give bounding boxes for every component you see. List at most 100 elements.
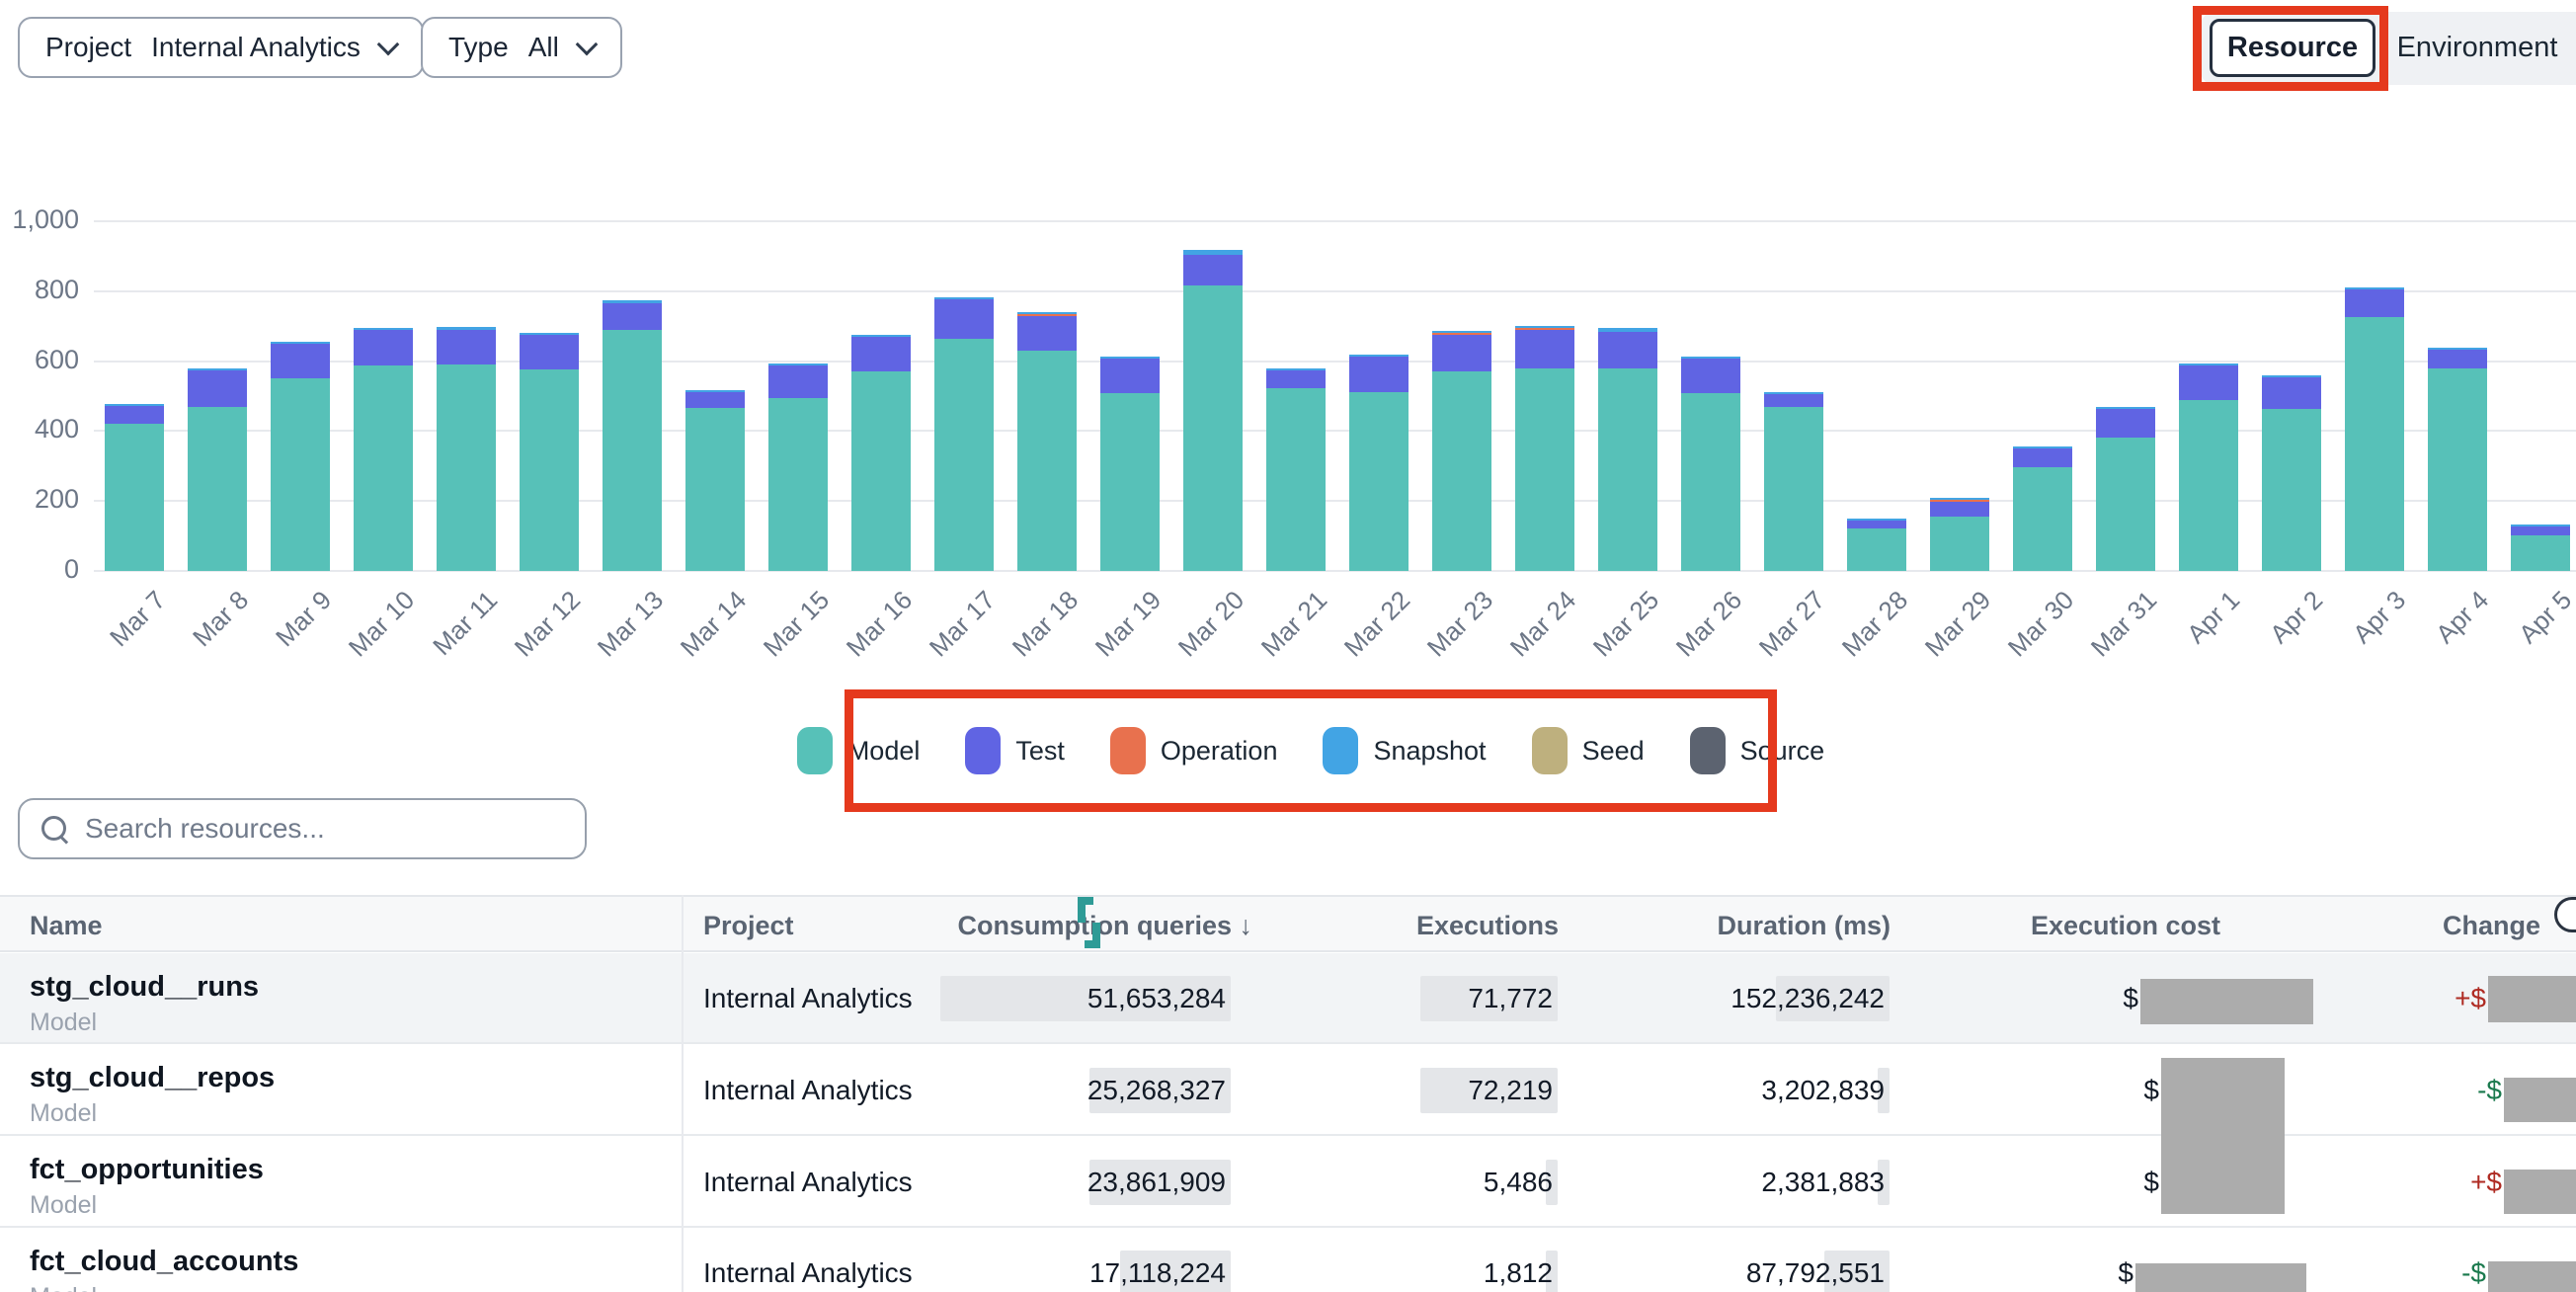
bar-segment-snapshot-apr-2[interactable]	[2262, 375, 2321, 377]
bar-segment-snapshot-mar-11[interactable]	[437, 327, 496, 330]
bar-segment-snapshot-mar-17[interactable]	[934, 297, 994, 299]
bar-segment-test-mar-30[interactable]	[2013, 448, 2072, 467]
bar-segment-model-mar-17[interactable]	[934, 339, 994, 571]
bar-segment-test-mar-12[interactable]	[520, 335, 579, 369]
bar-segment-snapshot-mar-21[interactable]	[1266, 368, 1326, 370]
column-header-project[interactable]: Project	[703, 897, 794, 954]
bar-segment-test-mar-13[interactable]	[603, 303, 662, 330]
bar-segment-snapshot-mar-9[interactable]	[271, 342, 330, 344]
bar-segment-model-mar-15[interactable]	[768, 398, 828, 571]
bar-segment-model-mar-24[interactable]	[1515, 368, 1574, 571]
bar-segment-test-mar-20[interactable]	[1183, 255, 1243, 285]
bar-segment-model-mar-20[interactable]	[1183, 285, 1243, 571]
bar-segment-model-mar-25[interactable]	[1598, 368, 1657, 571]
bar-segment-snapshot-mar-25[interactable]	[1598, 328, 1657, 332]
bar-segment-test-mar-25[interactable]	[1598, 332, 1657, 368]
bar-segment-model-mar-29[interactable]	[1930, 517, 1989, 571]
bar-segment-test-mar-24[interactable]	[1515, 330, 1574, 368]
bar-segment-model-apr-2[interactable]	[2262, 409, 2321, 571]
bar-segment-model-mar-26[interactable]	[1681, 393, 1740, 571]
bar-segment-snapshot-mar-16[interactable]	[851, 335, 911, 337]
bar-segment-test-mar-22[interactable]	[1349, 357, 1409, 392]
bar-segment-test-mar-14[interactable]	[685, 392, 745, 408]
legend-item-operation[interactable]: Operation	[1110, 727, 1278, 774]
column-header-name[interactable]: Name	[30, 897, 103, 954]
bar-segment-test-apr-1[interactable]	[2179, 365, 2238, 400]
bar-segment-model-apr-4[interactable]	[2428, 368, 2487, 571]
bar-segment-model-mar-22[interactable]	[1349, 392, 1409, 571]
bar-segment-test-mar-27[interactable]	[1764, 394, 1823, 407]
bar-segment-snapshot-mar-14[interactable]	[685, 390, 745, 392]
column-header-executions[interactable]: Executions	[1416, 897, 1559, 954]
bar-segment-snapshot-mar-31[interactable]	[2096, 407, 2155, 409]
bar-segment-model-mar-16[interactable]	[851, 371, 911, 571]
bar-segment-model-mar-12[interactable]	[520, 369, 579, 571]
bar-segment-snapshot-mar-8[interactable]	[188, 368, 247, 370]
bar-segment-model-mar-18[interactable]	[1017, 351, 1077, 571]
tab-environment[interactable]: Environment	[2383, 19, 2571, 77]
bar-segment-snapshot-mar-15[interactable]	[768, 363, 828, 365]
bar-segment-model-mar-21[interactable]	[1266, 388, 1326, 571]
column-header-execution-cost[interactable]: Execution cost	[2031, 897, 2220, 954]
bar-segment-model-mar-28[interactable]	[1847, 528, 1906, 571]
tab-resource[interactable]: Resource	[2210, 19, 2375, 77]
bar-segment-test-mar-28[interactable]	[1847, 521, 1906, 528]
bar-segment-test-mar-21[interactable]	[1266, 370, 1326, 388]
bar-segment-model-apr-5[interactable]	[2511, 535, 2570, 571]
bar-segment-model-mar-14[interactable]	[685, 408, 745, 571]
bar-segment-test-mar-9[interactable]	[271, 344, 330, 378]
bar-segment-snapshot-mar-7[interactable]	[105, 404, 164, 406]
bar-segment-model-mar-30[interactable]	[2013, 467, 2072, 571]
bar-segment-test-mar-19[interactable]	[1100, 359, 1160, 393]
resource-name-link[interactable]: fct_opportunities	[30, 1154, 264, 1186]
bar-segment-test-mar-11[interactable]	[437, 330, 496, 364]
bar-segment-test-mar-10[interactable]	[354, 330, 413, 365]
bar-segment-model-apr-1[interactable]	[2179, 400, 2238, 571]
search-input[interactable]	[83, 812, 541, 846]
bar-segment-operation-mar-23[interactable]	[1432, 333, 1491, 335]
bar-segment-model-mar-13[interactable]	[603, 330, 662, 571]
bar-segment-snapshot-mar-26[interactable]	[1681, 357, 1740, 359]
column-header-consumption-queries[interactable]: Consumption queries ↓	[957, 897, 1252, 954]
bar-segment-model-mar-23[interactable]	[1432, 371, 1491, 571]
bar-segment-test-mar-17[interactable]	[934, 299, 994, 339]
bar-segment-test-apr-5[interactable]	[2511, 526, 2570, 535]
bar-segment-model-mar-7[interactable]	[105, 424, 164, 571]
legend-item-model[interactable]: Model	[797, 727, 921, 774]
column-header-change[interactable]: Change	[2443, 897, 2540, 954]
bar-segment-model-mar-9[interactable]	[271, 378, 330, 571]
type-filter-dropdown[interactable]: Type All	[421, 17, 622, 78]
bar-segment-test-mar-15[interactable]	[768, 365, 828, 398]
legend-item-snapshot[interactable]: Snapshot	[1323, 727, 1486, 774]
bar-segment-snapshot-mar-29[interactable]	[1930, 498, 1989, 500]
bar-segment-snapshot-apr-3[interactable]	[2345, 287, 2404, 289]
bar-segment-model-apr-3[interactable]	[2345, 317, 2404, 571]
bar-segment-test-mar-26[interactable]	[1681, 359, 1740, 393]
bar-segment-operation-mar-29[interactable]	[1930, 500, 1989, 502]
project-filter-dropdown[interactable]: Project Internal Analytics	[18, 17, 424, 78]
bar-segment-snapshot-apr-4[interactable]	[2428, 348, 2487, 350]
column-header-duration-ms-[interactable]: Duration (ms)	[1718, 897, 1892, 954]
bar-segment-model-mar-19[interactable]	[1100, 393, 1160, 571]
bar-segment-test-mar-7[interactable]	[105, 406, 164, 424]
bar-segment-snapshot-mar-20[interactable]	[1183, 250, 1243, 255]
bar-segment-snapshot-mar-28[interactable]	[1847, 519, 1906, 521]
bar-segment-snapshot-mar-30[interactable]	[2013, 446, 2072, 448]
bar-segment-test-mar-16[interactable]	[851, 337, 911, 371]
bar-segment-snapshot-mar-18[interactable]	[1017, 312, 1077, 314]
bar-segment-snapshot-mar-22[interactable]	[1349, 355, 1409, 357]
bar-segment-test-mar-23[interactable]	[1432, 335, 1491, 371]
bar-segment-snapshot-mar-12[interactable]	[520, 333, 579, 335]
bar-segment-test-apr-2[interactable]	[2262, 377, 2321, 409]
bar-segment-snapshot-mar-27[interactable]	[1764, 392, 1823, 394]
resource-name-link[interactable]: stg_cloud__repos	[30, 1062, 275, 1094]
bar-segment-snapshot-mar-10[interactable]	[354, 328, 413, 330]
bar-segment-operation-mar-24[interactable]	[1515, 328, 1574, 330]
bar-segment-test-mar-31[interactable]	[2096, 409, 2155, 438]
bar-segment-model-mar-8[interactable]	[188, 407, 247, 571]
bar-segment-test-mar-18[interactable]	[1017, 316, 1077, 351]
bar-segment-model-mar-10[interactable]	[354, 365, 413, 571]
bar-segment-snapshot-apr-1[interactable]	[2179, 363, 2238, 365]
bar-segment-test-apr-3[interactable]	[2345, 289, 2404, 317]
bar-segment-model-mar-11[interactable]	[437, 364, 496, 571]
